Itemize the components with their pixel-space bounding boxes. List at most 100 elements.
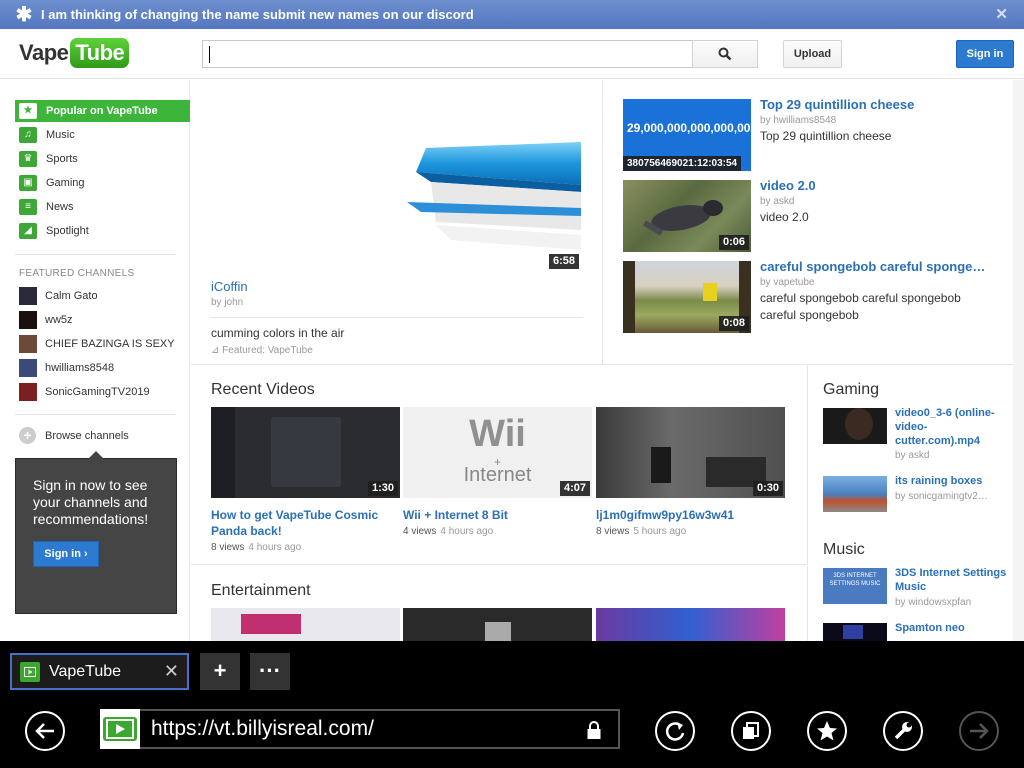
featured-video-thumbnail[interactable]: 6:58	[211, 90, 581, 270]
url-text: https://vt.billyisreal.com/	[151, 717, 374, 740]
address-bar[interactable]: https://vt.billyisreal.com/	[100, 709, 620, 749]
video-title[interactable]: 3DS Internet Settings Music	[895, 566, 1007, 594]
close-tab-icon[interactable]: ✕	[164, 661, 179, 682]
close-banner-icon[interactable]: ✕	[995, 5, 1008, 23]
sidebar-item-gaming[interactable]: ▣ Gaming	[15, 172, 190, 194]
recent-videos-heading: Recent Videos	[211, 381, 315, 398]
video-thumbnail[interactable]: 29,000,000,000,000,000,000 380756469021:…	[623, 99, 751, 171]
channel-sonicgamingtv2019[interactable]: SonicGamingTV2019	[19, 383, 150, 401]
video-thumbnail[interactable]: 0:06	[623, 180, 751, 252]
video-title[interactable]: video 2.0	[760, 178, 1000, 193]
video-thumbnail[interactable]	[823, 476, 887, 512]
trophy-icon: ♛	[19, 151, 37, 167]
duration-badge: 6:58	[548, 254, 579, 269]
video-thumbnail[interactable]	[823, 408, 887, 444]
video-title[interactable]: Wii + Internet 8 Bit	[403, 507, 592, 523]
thumbnail-text: 29,000,000,000,000,000,000	[627, 121, 751, 135]
sidebar-item-popular[interactable]: ★ Popular on VapeTube	[15, 100, 190, 122]
headphones-icon: ♫	[19, 127, 37, 143]
new-tab-button[interactable]: +	[200, 653, 240, 690]
back-button[interactable]	[25, 711, 65, 751]
recent-video-item[interactable]: 1:30 How to get VapeTube Cosmic Panda ba…	[211, 407, 400, 553]
video-thumbnail[interactable]	[403, 608, 592, 641]
tab-menu-button[interactable]: ···	[250, 653, 290, 690]
recent-video-item[interactable]: 0:30 lj1m0gifmw9py16w3w41 8 views 5 hours…	[596, 407, 785, 537]
video-title[interactable]: How to get VapeTube Cosmic Panda back!	[211, 507, 400, 539]
sidebar-item-sports[interactable]: ♛ Sports	[15, 148, 190, 170]
video-thumbnail[interactable]: 1:30	[211, 407, 400, 498]
channel-calm-gato[interactable]: Calm Gato	[19, 287, 98, 305]
sign-in-button[interactable]: Sign in	[956, 40, 1014, 68]
search-button[interactable]	[692, 40, 758, 68]
side-video-item[interactable]: 0:06 video 2.0 by askd video 2.0	[623, 178, 1003, 252]
video-title[interactable]: lj1m0gifmw9py16w3w41	[596, 507, 785, 523]
vapetube-logo[interactable]: Vape Tube	[19, 38, 130, 68]
favorites-button[interactable]	[807, 711, 847, 751]
sidebar-divider	[15, 254, 175, 255]
featured-video: 6:58 iCoffin by john cumming colors in t…	[191, 80, 603, 365]
avatar	[19, 287, 37, 305]
video-meta: 8 views 5 hours ago	[596, 526, 687, 537]
video-thumbnail[interactable]: 0:08	[623, 261, 751, 333]
video-title[interactable]: Spamton neo	[895, 621, 1007, 635]
video-thumbnail[interactable]: 0:30	[596, 407, 785, 498]
featured-channels-heading: FEATURED CHANNELS	[19, 268, 135, 279]
video-thumbnail[interactable]	[596, 608, 785, 641]
video-meta: 4 views 4 hours ago	[403, 526, 494, 537]
video-author[interactable]: by hwilliams8548	[760, 115, 836, 126]
banner-text: I am thinking of changing the name submi…	[41, 7, 474, 22]
site-favicon-icon	[100, 709, 140, 749]
back-arrow-icon	[35, 723, 54, 739]
recent-videos-section: Recent Videos 1:30 How to get VapeTube C…	[191, 365, 808, 565]
video-author[interactable]: by askd	[760, 196, 794, 207]
video-author[interactable]: by vapetube	[760, 277, 815, 288]
upload-button[interactable]: Upload	[783, 40, 842, 68]
sidebar-item-spotlight[interactable]: ◢ Spotlight	[15, 220, 190, 242]
pages-icon	[743, 722, 759, 739]
search-input[interactable]	[202, 40, 693, 68]
video-title[interactable]: careful spongebob careful sponge…	[760, 259, 1000, 274]
video-thumbnail[interactable]: 3DS INTERNET SETTINGS MUSIC	[823, 568, 887, 604]
video-author[interactable]: by windowsxpfan	[895, 597, 1007, 608]
site-header: Vape Tube Upload Sign in	[0, 29, 1024, 79]
browse-channels-link[interactable]: + Browse channels	[19, 427, 129, 444]
video-title[interactable]: video0_3-6 (online-video-cutter.com).mp4	[895, 406, 1007, 448]
side-video-item[interactable]: 0:08 careful spongebob careful sponge… b…	[623, 259, 1003, 333]
video-title[interactable]: its raining boxes	[895, 474, 1007, 488]
browser-tab-vapetube[interactable]: VapeTube ✕	[10, 653, 189, 690]
refresh-button[interactable]	[655, 711, 695, 751]
video-title[interactable]: Top 29 quintillion cheese	[760, 97, 1000, 112]
coffin-image	[407, 142, 581, 250]
forward-button[interactable]	[959, 711, 999, 751]
popular-icon: ★	[19, 103, 37, 119]
sidebar-item-news[interactable]: ≡ News	[15, 196, 190, 218]
feed-icon: ⊿	[211, 345, 223, 356]
video-description: careful spongebob careful spongebob care…	[760, 291, 961, 322]
video-author[interactable]: by sonicgamingtv2…	[895, 491, 1007, 502]
favicon-icon	[20, 661, 40, 682]
channel-chief-bazinga[interactable]: CHIEF BAZINGA IS SEXY	[19, 335, 175, 353]
avatar	[19, 335, 37, 353]
left-sidebar: ★ Popular on VapeTube ♫ Music ♛ Sports ▣ Gam…	[0, 80, 190, 641]
featured-video-author[interactable]: by john	[211, 297, 243, 308]
recent-video-item[interactable]: Wii + Internet 4:07 Wii + Internet 8 Bit…	[403, 407, 592, 537]
signin-prompt-button[interactable]: Sign in ›	[33, 541, 99, 567]
duration-badge: 0:08	[718, 316, 749, 331]
video-thumbnail[interactable]	[211, 608, 400, 641]
refresh-icon	[665, 722, 685, 741]
duration-badge: 4:07	[559, 481, 590, 496]
channel-hwilliams8548[interactable]: hwilliams8548	[19, 359, 114, 377]
tools-button[interactable]	[883, 711, 923, 751]
side-video-item[interactable]: 29,000,000,000,000,000,000 380756469021:…	[623, 97, 1003, 171]
plus-circle-icon: +	[19, 427, 36, 444]
video-thumbnail[interactable]: Wii + Internet 4:07	[403, 407, 592, 498]
featured-video-title[interactable]: iCoffin	[211, 279, 248, 294]
channel-ww5z[interactable]: ww5z	[19, 311, 73, 329]
sidebar-item-music[interactable]: ♫ Music	[15, 124, 190, 146]
announcement-banner: ✱ I am thinking of changing the name sub…	[0, 0, 1024, 29]
video-author[interactable]: by askd	[895, 450, 1007, 461]
pages-button[interactable]	[731, 711, 771, 751]
page-scrollbar[interactable]	[1013, 80, 1024, 641]
duration-badge: 0:06	[718, 235, 749, 250]
music-heading: Music	[823, 541, 865, 558]
